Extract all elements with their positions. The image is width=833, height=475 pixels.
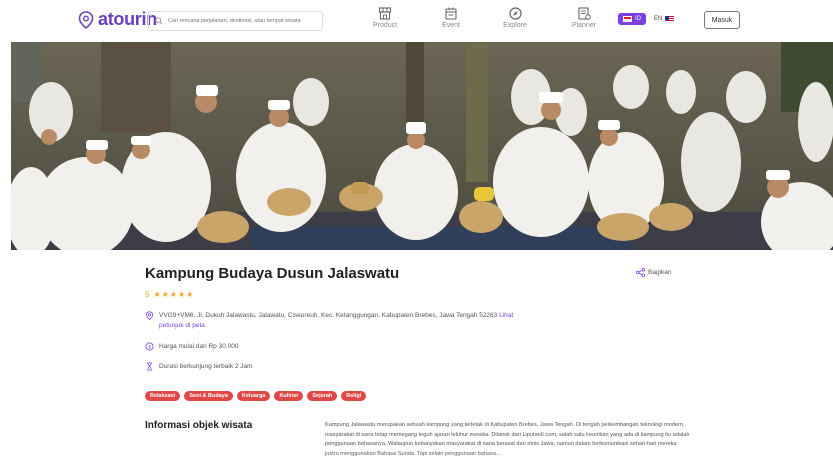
map-link-cont[interactable]: petunjuk di peta [159,322,205,329]
rating: 5 ★★★★★ [145,290,194,299]
tag-item[interactable]: Sejarah [307,391,338,401]
indonesia-flag-icon [623,16,632,22]
tag-item[interactable]: Religi [341,391,367,401]
nav-product[interactable]: Product [361,7,409,29]
tag-item[interactable]: Relaksasi [145,391,181,401]
category-tags: Relaksasi Seni & Budaya Keluarga Kuliner… [145,391,367,401]
lang-en-label: EN [654,16,663,22]
planner-icon [577,7,591,20]
nav-planner[interactable]: Planner [560,7,608,29]
share-icon [636,268,645,277]
nav-planner-label: Planner [571,22,597,29]
compass-icon [508,7,522,20]
duration-row: Durasi berkunjung terbaik 2 Jam [145,362,253,372]
login-button[interactable]: Masuk [704,11,740,29]
money-icon: $ [145,342,154,351]
address-row: VVG9+VM6, Jl. Dukuh Jalawastu, Jalawatu,… [145,311,565,331]
location-pin-icon [78,10,94,29]
nav-event-label: Event [442,22,460,29]
atourin-logo[interactable]: atourin [78,9,157,30]
top-navigation-bar: atourin Product Event [0,0,833,42]
search-input[interactable] [167,18,322,24]
us-flag-icon [665,16,675,22]
address-text: VVG9+VM6, Jl. Dukuh Jalawastu, Jalawatu,… [159,312,498,319]
hero-photo [11,42,833,250]
tag-item[interactable]: Keluarga [236,391,271,401]
lang-id-label: ID [635,16,641,22]
price-text: Harga mulai dari Rp 30.000 [159,343,239,350]
nav-product-label: Product [372,22,398,29]
section-heading: Informasi objek wisata [145,420,253,431]
lang-en-button[interactable]: EN [650,13,678,25]
tag-item[interactable]: Kuliner [274,391,304,401]
search-box[interactable] [148,11,323,31]
price-row: $ Harga mulai dari Rp 30.000 [145,342,239,352]
duration-text: Durasi berkunjung terbaik 2 Jam [159,363,253,370]
nav-event[interactable]: Event [427,7,475,29]
ceremony-crowd-image [11,42,833,250]
map-link[interactable]: Lihat [499,312,513,319]
nav-explore-label: Explore [503,22,527,29]
store-icon [378,7,392,20]
hourglass-icon [147,362,152,371]
rating-value: 5 [145,290,150,299]
share-label: Bagikan [648,269,672,276]
lang-id-button[interactable]: ID [618,13,646,25]
search-icon [155,17,163,25]
calendar-icon [445,7,457,20]
language-switcher: ID EN [618,13,678,25]
nav-explore[interactable]: Explore [491,7,539,29]
location-pin-icon [146,311,153,320]
rating-stars: ★★★★★ [153,290,195,299]
share-button[interactable]: Bagikan [636,268,672,277]
tag-item[interactable]: Seni & Budaya [184,391,233,401]
page-title: Kampung Budaya Dusun Jalaswatu [145,265,400,282]
text-fade-overlay [325,452,695,475]
svg-text:$: $ [148,344,151,350]
